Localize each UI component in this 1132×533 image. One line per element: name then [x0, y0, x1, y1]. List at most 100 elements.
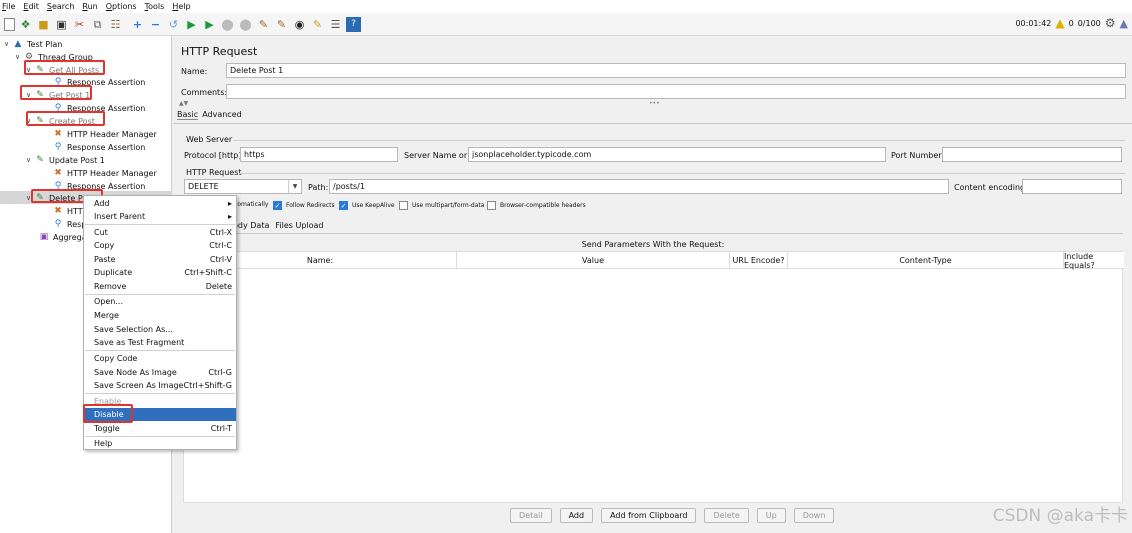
- tree-node-test-plan[interactable]: ∨ ▲ Test Plan: [4, 38, 62, 50]
- add-button[interactable]: Add: [559, 508, 594, 523]
- start-icon[interactable]: ▶: [184, 17, 199, 32]
- comments-field[interactable]: [226, 84, 1126, 99]
- config-tabs: Basic Advanced: [177, 110, 242, 120]
- tree-node-http-header-manager-1[interactable]: ✖ HTTP Header Manager: [52, 128, 157, 140]
- expand-icon[interactable]: +: [130, 17, 145, 32]
- warning-icon[interactable]: ▲: [1055, 16, 1064, 30]
- menu-item-label: Merge: [94, 311, 119, 320]
- redirect-automatically-checkbox[interactable]: tomatically: [235, 201, 268, 208]
- shutdown-icon[interactable]: ⬤: [238, 17, 253, 32]
- menu-item-label: Paste: [94, 255, 116, 264]
- menu-run[interactable]: Run: [82, 2, 97, 11]
- menu-item-paste[interactable]: Paste Ctrl-V: [84, 253, 236, 266]
- menu-tools[interactable]: Tools: [145, 2, 165, 11]
- header-manager-icon: ✖: [54, 206, 62, 216]
- menu-item-save-as-test-fragment[interactable]: Save as Test Fragment: [84, 336, 236, 349]
- detail-button[interactable]: Detail: [510, 508, 552, 523]
- use-keepalive-checkbox[interactable]: ✓ Use KeepAlive: [339, 201, 395, 210]
- submenu-arrow-icon: ▸: [227, 199, 232, 208]
- menu-item-duplicate[interactable]: Duplicate Ctrl+Shift-C: [84, 266, 236, 279]
- menu-item-shortcut: Ctrl-V: [209, 255, 232, 264]
- browser-compatible-headers-checkbox[interactable]: Browser-compatible headers: [487, 201, 586, 210]
- delete-button[interactable]: Delete: [704, 508, 749, 523]
- menu-search[interactable]: Search: [47, 2, 74, 11]
- menu-help[interactable]: Help: [172, 2, 190, 11]
- column-header-url-encode[interactable]: URL Encode?: [730, 252, 788, 269]
- menu-item-copy-code[interactable]: Copy Code: [84, 352, 236, 365]
- copy-icon[interactable]: ⧉: [90, 17, 105, 32]
- open-icon[interactable]: ■: [36, 17, 51, 32]
- menu-item-save-selection-as[interactable]: Save Selection As...: [84, 323, 236, 336]
- follow-redirects-checkbox[interactable]: ✓ Follow Redirects: [273, 201, 335, 210]
- port-field[interactable]: [942, 147, 1122, 162]
- toggle-icon[interactable]: ↺: [166, 17, 181, 32]
- menu-item-open[interactable]: Open...: [84, 295, 236, 308]
- clear-all-icon[interactable]: ✎: [274, 17, 289, 32]
- name-field[interactable]: Delete Post 1: [226, 63, 1126, 78]
- remote-icon[interactable]: ⚙: [1105, 16, 1116, 30]
- clear-icon[interactable]: ✎: [256, 17, 271, 32]
- new-icon[interactable]: [4, 17, 15, 31]
- checkbox-label: Use KeepAlive: [352, 202, 395, 209]
- tree-node-http-header-manager-3[interactable]: ✖ HTTI: [52, 205, 85, 217]
- tab-advanced[interactable]: Advanced: [202, 110, 242, 120]
- menu-item-remove[interactable]: Remove Delete: [84, 280, 236, 293]
- menu-item-save-node-as-image[interactable]: Save Node As Image Ctrl-G: [84, 366, 236, 379]
- protocol-field[interactable]: https: [240, 147, 398, 162]
- tab-body-data[interactable]: ody Data: [233, 221, 269, 230]
- use-multipart-checkbox[interactable]: Use multipart/form-data: [399, 201, 484, 210]
- search-icon[interactable]: ◉: [292, 17, 307, 32]
- highlight-box-create-post: [26, 111, 105, 126]
- tab-basic[interactable]: Basic: [177, 110, 199, 120]
- up-button[interactable]: Up: [756, 508, 786, 523]
- column-header-value[interactable]: Value: [457, 252, 730, 269]
- down-button[interactable]: Down: [793, 508, 835, 523]
- tree-node-http-header-manager-2[interactable]: ✖ HTTP Header Manager: [52, 167, 157, 179]
- stop-icon[interactable]: ⬤: [220, 17, 235, 32]
- menu-bar: File Edit Search Run Options Tools Help: [0, 0, 1132, 13]
- subtab-divider: [183, 233, 1123, 234]
- menu-item-shortcut: Ctrl-T: [210, 424, 232, 433]
- tree-node-label: Test Plan: [27, 39, 63, 49]
- save-icon[interactable]: ▣: [54, 17, 69, 32]
- menu-item-save-screen-as-image[interactable]: Save Screen As Image Ctrl+Shift-G: [84, 379, 236, 392]
- menu-edit[interactable]: Edit: [23, 2, 39, 11]
- logger-icon[interactable]: ▲: [1120, 17, 1128, 30]
- content-encoding-field[interactable]: [1022, 179, 1122, 194]
- function-helper-icon[interactable]: ☰: [328, 17, 343, 32]
- method-select[interactable]: DELETE ▼: [184, 179, 302, 194]
- add-from-clipboard-button[interactable]: Add from Clipboard: [601, 508, 697, 523]
- menu-item-cut[interactable]: Cut Ctrl-X: [84, 226, 236, 239]
- menu-item-copy[interactable]: Copy Ctrl-C: [84, 239, 236, 252]
- collapse-icon[interactable]: −: [148, 17, 163, 32]
- menu-file[interactable]: File: [2, 2, 15, 11]
- menu-options[interactable]: Options: [106, 2, 137, 11]
- menu-item-add[interactable]: Add ▸: [84, 197, 236, 210]
- menu-item-label: Cut: [94, 228, 108, 237]
- tree-node-response-assertion-5[interactable]: ⚲ Resp: [52, 218, 87, 230]
- column-header-content-type[interactable]: Content-Type: [788, 252, 1064, 269]
- start-no-pauses-icon[interactable]: ▶: [202, 17, 217, 32]
- tree-node-response-assertion-3[interactable]: ⚲ Response Assertion: [52, 141, 146, 153]
- tree-node-update-post-1[interactable]: ∨ ✎ Update Post 1: [26, 154, 105, 166]
- menu-item-insert-parent[interactable]: Insert Parent ▸: [84, 210, 236, 223]
- reset-search-icon[interactable]: ✎: [310, 17, 325, 32]
- menu-separator: [85, 393, 235, 394]
- templates-icon[interactable]: ❖: [18, 17, 33, 32]
- menu-item-label: Toggle: [94, 424, 120, 433]
- server-field[interactable]: jsonplaceholder.typicode.com: [468, 147, 886, 162]
- menu-item-help[interactable]: Help: [84, 437, 236, 450]
- tree-node-aggregate-report[interactable]: ▣ Aggrega: [38, 231, 87, 243]
- path-field[interactable]: /posts/1: [329, 179, 949, 194]
- paste-icon[interactable]: ☷: [108, 17, 123, 32]
- cut-icon[interactable]: ✂: [72, 17, 87, 32]
- menu-item-label: Save Node As Image: [94, 368, 177, 377]
- tree-node-label: Response Assertion: [67, 142, 146, 152]
- column-header-include-equals[interactable]: Include Equals?: [1064, 252, 1124, 270]
- menu-item-merge[interactable]: Merge: [84, 309, 236, 322]
- parameters-table[interactable]: Name: Value URL Encode? Content-Type Inc…: [183, 251, 1124, 503]
- tab-files-upload[interactable]: Files Upload: [275, 221, 323, 230]
- split-divider[interactable]: ▲▼ •••: [173, 100, 1132, 107]
- help-icon[interactable]: ?: [346, 16, 361, 32]
- menu-item-toggle[interactable]: Toggle Ctrl-T: [84, 422, 236, 435]
